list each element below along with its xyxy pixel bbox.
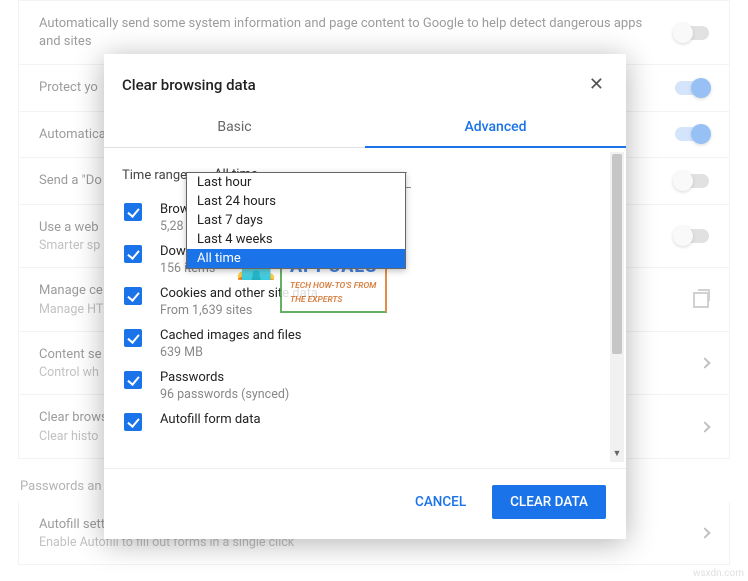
item-sub: 96 passwords (synced) bbox=[160, 387, 289, 402]
cancel-button[interactable]: CANCEL bbox=[397, 485, 484, 519]
item-title: Autofill form data bbox=[160, 412, 261, 427]
tab-basic[interactable]: Basic bbox=[104, 109, 365, 147]
check-item-cache[interactable]: Cached images and files 639 MB bbox=[122, 320, 620, 362]
time-range-label: Time range bbox=[122, 168, 192, 183]
clear-data-button[interactable]: CLEAR DATA bbox=[492, 485, 606, 519]
time-range-dropdown[interactable]: Last hour Last 24 hours Last 7 days Last… bbox=[186, 172, 406, 269]
close-icon[interactable]: ✕ bbox=[585, 70, 608, 99]
dropdown-option[interactable]: Last 7 days bbox=[187, 211, 405, 230]
scroll-down-icon[interactable]: ▼ bbox=[610, 448, 624, 462]
tab-advanced[interactable]: Advanced bbox=[365, 109, 626, 147]
dialog-tabs: Basic Advanced bbox=[104, 109, 626, 148]
item-title: Cached images and files bbox=[160, 328, 301, 343]
checkbox-icon[interactable] bbox=[124, 245, 142, 263]
checkbox-icon[interactable] bbox=[124, 203, 142, 221]
scrollbar[interactable]: ▲ ▼ bbox=[610, 152, 624, 462]
dropdown-option[interactable]: Last 24 hours bbox=[187, 192, 405, 211]
dropdown-option[interactable]: Last hour bbox=[187, 173, 405, 192]
dropdown-option[interactable]: Last 4 weeks bbox=[187, 230, 405, 249]
item-title: Passwords bbox=[160, 370, 289, 385]
item-sub: 639 MB bbox=[160, 345, 301, 360]
checkbox-icon[interactable] bbox=[124, 329, 142, 347]
check-item-passwords[interactable]: Passwords 96 passwords (synced) bbox=[122, 362, 620, 404]
check-item-autofill[interactable]: Autofill form data bbox=[122, 404, 620, 433]
checkbox-icon[interactable] bbox=[124, 371, 142, 389]
checkbox-icon[interactable] bbox=[124, 287, 142, 305]
dialog-title: Clear browsing data bbox=[122, 76, 256, 94]
checkbox-icon[interactable] bbox=[124, 413, 142, 431]
dropdown-option-selected[interactable]: All time bbox=[187, 249, 405, 268]
scroll-thumb[interactable] bbox=[612, 154, 622, 354]
